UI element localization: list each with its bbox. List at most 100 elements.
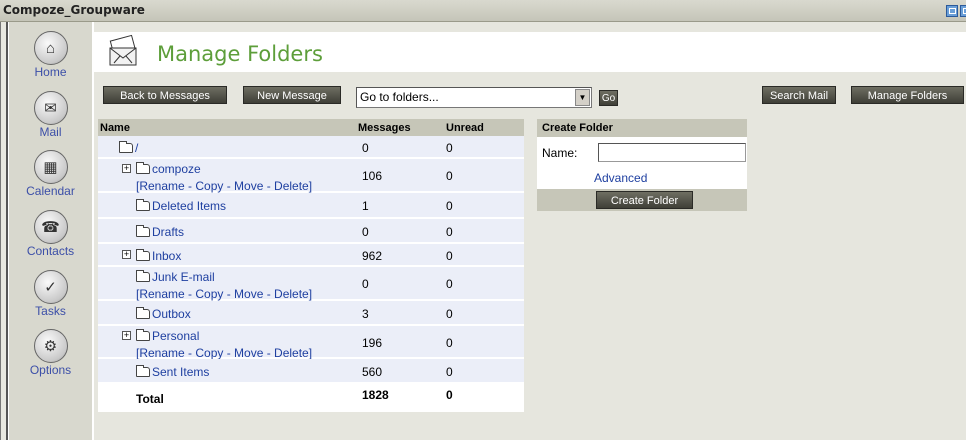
drafts-folder-icon bbox=[136, 225, 150, 237]
toolbar: Back to Messages New Message Go to folde… bbox=[94, 86, 966, 110]
goto-folder-select[interactable]: Go to folders... ▼ bbox=[356, 87, 592, 108]
folder-name: Junk E-mail bbox=[152, 270, 215, 284]
folder-icon bbox=[136, 162, 150, 174]
expand-icon[interactable]: + bbox=[122, 164, 131, 173]
main-content: Manage Folders Back to Messages New Mess… bbox=[94, 22, 966, 440]
message-count: 560 bbox=[362, 365, 383, 379]
trash-folder-icon bbox=[136, 199, 150, 211]
unread-count: 0 bbox=[446, 307, 453, 321]
folder-icon bbox=[136, 329, 150, 341]
folder-name: Drafts bbox=[152, 225, 185, 239]
folder-link[interactable]: Deleted Items bbox=[136, 199, 226, 213]
folder-link[interactable]: compoze bbox=[136, 162, 201, 176]
unread-count: 0 bbox=[446, 225, 453, 239]
calendar-icon: ▦ bbox=[33, 150, 68, 184]
folder-name: Outbox bbox=[152, 307, 191, 321]
total-unread: 0 bbox=[446, 388, 453, 402]
folder-actions[interactable]: [Rename - Copy - Move - Delete] bbox=[136, 287, 312, 301]
tasks-icon: ✓ bbox=[33, 270, 68, 304]
message-count: 3 bbox=[362, 307, 369, 321]
table-row[interactable]: Sent Items 560 0 bbox=[98, 359, 524, 384]
table-row[interactable]: Outbox 3 0 bbox=[98, 301, 524, 326]
folder-actions[interactable]: [Rename - Copy - Move - Delete] bbox=[136, 179, 312, 193]
table-row[interactable]: + Personal [Rename - Copy - Move - Delet… bbox=[98, 326, 524, 360]
folder-link[interactable]: Drafts bbox=[136, 225, 184, 239]
create-folder-panel: Create Folder Name: Advanced Create Fold… bbox=[537, 119, 747, 211]
table-row[interactable]: + compoze [Rename - Copy - Move - Delete… bbox=[98, 159, 524, 193]
folder-icon bbox=[119, 141, 133, 153]
page-header: Manage Folders bbox=[94, 32, 966, 72]
expand-icon[interactable]: + bbox=[122, 250, 131, 259]
new-message-button[interactable]: New Message bbox=[243, 86, 341, 104]
table-row[interactable]: + Inbox 962 0 bbox=[98, 244, 524, 267]
table-row[interactable]: Drafts 0 0 bbox=[98, 219, 524, 244]
folder-link[interactable]: / bbox=[119, 141, 138, 155]
goto-folder-value: Go to folders... bbox=[360, 90, 439, 104]
sidebar-item-options[interactable]: ⚙ Options bbox=[9, 329, 92, 377]
message-count: 0 bbox=[362, 225, 369, 239]
sidebar-item-tasks[interactable]: ✓ Tasks bbox=[9, 270, 92, 318]
total-messages: 1828 bbox=[362, 388, 389, 402]
unread-count: 0 bbox=[446, 336, 453, 350]
back-to-messages-button[interactable]: Back to Messages bbox=[103, 86, 227, 104]
create-folder-footer: Create Folder bbox=[537, 189, 747, 211]
sidebar-item-label: Options bbox=[29, 363, 72, 377]
column-header-unread: Unread bbox=[446, 122, 484, 134]
sidebar-item-label: Tasks bbox=[35, 304, 66, 318]
message-count: 0 bbox=[362, 277, 369, 291]
message-count: 962 bbox=[362, 249, 383, 263]
sidebar-item-label: Contacts bbox=[26, 244, 75, 258]
table-row[interactable]: Deleted Items 1 0 bbox=[98, 193, 524, 219]
unread-count: 0 bbox=[446, 141, 453, 155]
message-count: 1 bbox=[362, 199, 369, 213]
create-folder-body: Name: Advanced bbox=[537, 137, 747, 189]
create-folder-title: Create Folder bbox=[537, 119, 747, 137]
sidebar-item-label: Home bbox=[34, 65, 67, 79]
window-edge bbox=[0, 22, 8, 440]
folder-link[interactable]: Outbox bbox=[136, 307, 191, 321]
table-header: Name Messages Unread bbox=[98, 119, 524, 136]
maximize-window-icon[interactable] bbox=[960, 5, 966, 17]
folder-name: Inbox bbox=[152, 249, 182, 263]
message-count: 106 bbox=[362, 169, 383, 183]
table-total-row: Total 1828 0 bbox=[98, 384, 524, 412]
inbox-folder-icon bbox=[136, 249, 150, 261]
chevron-down-icon[interactable]: ▼ bbox=[575, 89, 590, 106]
go-button[interactable]: Go bbox=[599, 90, 618, 106]
folder-icon bbox=[136, 307, 150, 319]
unread-count: 0 bbox=[446, 199, 453, 213]
table-row[interactable]: / 0 0 bbox=[98, 136, 524, 159]
folder-link[interactable]: Sent Items bbox=[136, 365, 209, 379]
folder-link[interactable]: Junk E-mail bbox=[136, 270, 215, 284]
column-header-name: Name bbox=[100, 122, 130, 134]
expand-icon[interactable]: + bbox=[122, 331, 131, 340]
folders-table: Name Messages Unread / 0 0 + compoze [Re… bbox=[98, 119, 524, 412]
folder-icon bbox=[136, 270, 150, 282]
folder-link[interactable]: Inbox bbox=[136, 249, 181, 263]
sidebar-item-contacts[interactable]: ☎ Contacts bbox=[9, 210, 92, 258]
folder-link[interactable]: Personal bbox=[136, 329, 199, 343]
page-title: Manage Folders bbox=[157, 42, 323, 66]
advanced-link[interactable]: Advanced bbox=[594, 171, 647, 185]
restore-window-icon[interactable] bbox=[946, 5, 958, 17]
search-mail-button[interactable]: Search Mail bbox=[762, 86, 836, 104]
options-icon: ⚙ bbox=[33, 329, 68, 363]
folder-name: Sent Items bbox=[152, 365, 210, 379]
mail-icon: ✉ bbox=[33, 91, 68, 125]
sidebar-item-home[interactable]: ⌂ Home bbox=[9, 31, 92, 79]
sidebar-item-label: Mail bbox=[39, 125, 62, 139]
folder-name: compoze bbox=[152, 162, 201, 176]
folder-name: / bbox=[135, 141, 139, 155]
create-folder-button[interactable]: Create Folder bbox=[596, 191, 693, 209]
sidebar-item-calendar[interactable]: ▦ Calendar bbox=[9, 150, 92, 198]
folder-actions[interactable]: [Rename - Copy - Move - Delete] bbox=[136, 346, 312, 360]
table-row[interactable]: Junk E-mail [Rename - Copy - Move - Dele… bbox=[98, 267, 524, 301]
window-title: Compoze_Groupware bbox=[3, 3, 145, 17]
message-count: 0 bbox=[362, 141, 369, 155]
sidebar-item-mail[interactable]: ✉ Mail bbox=[9, 91, 92, 139]
unread-count: 0 bbox=[446, 249, 453, 263]
contacts-icon: ☎ bbox=[33, 210, 68, 244]
manage-folders-button[interactable]: Manage Folders bbox=[851, 86, 964, 104]
folder-name: Personal bbox=[152, 329, 200, 343]
folder-name-input[interactable] bbox=[598, 143, 746, 162]
